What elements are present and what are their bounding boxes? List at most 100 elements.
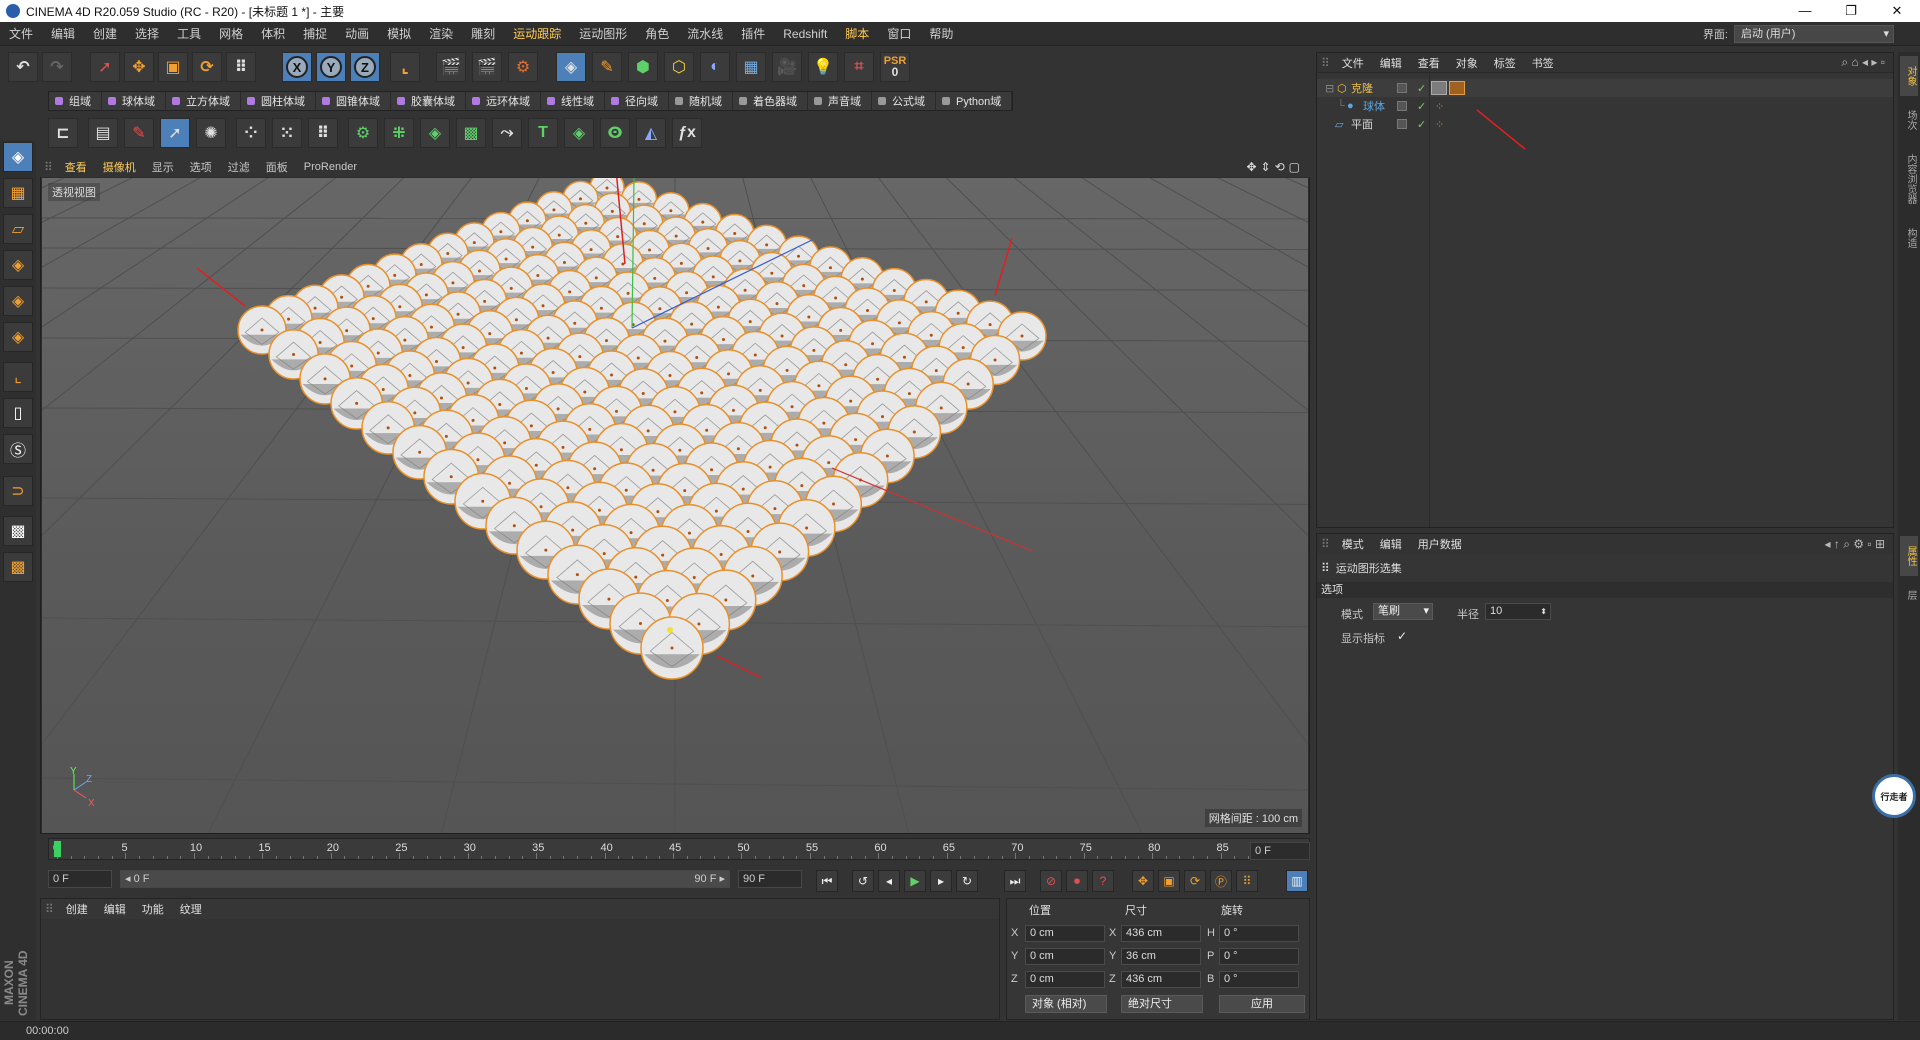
coord-size-dropdown[interactable]: 绝对尺寸 bbox=[1121, 995, 1203, 1013]
menu-mograph[interactable]: 运动图形 bbox=[570, 25, 636, 42]
vp-menu-display[interactable]: 显示 bbox=[144, 159, 182, 175]
vp-menu-prorender[interactable]: ProRender bbox=[296, 161, 365, 173]
attr-menu-userdata[interactable]: 用户数据 bbox=[1410, 536, 1470, 552]
playhead[interactable] bbox=[54, 841, 61, 857]
menu-pipeline[interactable]: 流水线 bbox=[678, 25, 732, 42]
start-frame-field[interactable]: 0 F bbox=[48, 870, 112, 888]
deformer-button[interactable]: ◐ bbox=[700, 52, 730, 82]
frame-range-slider[interactable]: ◂ 0 F 90 F ▸ bbox=[120, 870, 730, 888]
attr-nav-icons[interactable]: ◂ ↑ ⌕ ⚙ ▫ ⊞ bbox=[1825, 537, 1893, 552]
prev-frame-button[interactable]: ◂ bbox=[878, 870, 900, 892]
position-x-field[interactable]: 0 cm bbox=[1025, 925, 1105, 942]
mat-menu-edit[interactable]: 编辑 bbox=[96, 901, 134, 917]
size-z-field[interactable]: 436 cm bbox=[1121, 971, 1201, 988]
recent-tool-button[interactable]: ⠿ bbox=[226, 52, 256, 82]
mograph-7-button[interactable]: ◈ bbox=[564, 118, 594, 148]
mograph-4-button[interactable]: ▩ bbox=[456, 118, 486, 148]
mograph-5-button[interactable]: ⤳ bbox=[492, 118, 522, 148]
key-rotation-button[interactable]: ⟳ bbox=[1184, 870, 1206, 892]
mat-menu-function[interactable]: 功能 bbox=[134, 901, 172, 917]
field-capsule[interactable]: 胶囊体域 bbox=[391, 92, 466, 110]
menu-simulate[interactable]: 模拟 bbox=[378, 25, 420, 42]
size-x-field[interactable]: 436 cm bbox=[1121, 925, 1201, 942]
rotation-h-field[interactable]: 0 ° bbox=[1219, 925, 1299, 942]
field-cube[interactable]: 立方体域 bbox=[166, 92, 241, 110]
menu-create[interactable]: 创建 bbox=[84, 25, 126, 42]
subdivision-button[interactable]: ⬢ bbox=[628, 52, 658, 82]
xpresso-button[interactable]: ⌗ bbox=[844, 52, 874, 82]
cloner-button[interactable]: ⬡ bbox=[664, 52, 694, 82]
mograph-9-button[interactable]: ◭ bbox=[636, 118, 666, 148]
motext-button[interactable]: T bbox=[528, 118, 558, 148]
polygons-mode-button[interactable]: ⠿ bbox=[308, 118, 338, 148]
menu-redshift[interactable]: Redshift bbox=[774, 27, 836, 41]
snap-button[interactable]: ⊃ bbox=[3, 476, 33, 506]
menu-mesh[interactable]: 网格 bbox=[210, 25, 252, 42]
perspective-viewport[interactable]: 透视视图 网格间距 : 100 cm Y Z X bbox=[42, 178, 1308, 833]
render-settings-button[interactable]: ⚙ bbox=[508, 52, 538, 82]
layout-dropdown[interactable]: 启动 (用户) ▾ bbox=[1734, 25, 1894, 43]
render-picture-viewer-button[interactable]: 🎬 bbox=[472, 52, 502, 82]
undo-button[interactable]: ↶ bbox=[8, 52, 38, 82]
keyframe-help-button[interactable]: ? bbox=[1092, 870, 1114, 892]
position-y-field[interactable]: 0 cm bbox=[1025, 948, 1105, 965]
tab-attributes[interactable]: 属性 bbox=[1900, 536, 1918, 576]
menu-script[interactable]: 脚本 bbox=[836, 25, 878, 42]
maximize-button[interactable]: ❐ bbox=[1828, 3, 1874, 19]
menu-animate[interactable]: 动画 bbox=[336, 25, 378, 42]
field-python[interactable]: Python域 bbox=[936, 92, 1013, 110]
record-button[interactable]: ⊘ bbox=[1040, 870, 1062, 892]
current-frame-field[interactable]: 0 F bbox=[1250, 842, 1310, 860]
field-cylinder[interactable]: 圆柱体域 bbox=[241, 92, 316, 110]
attr-tab-options[interactable]: 选项 bbox=[1317, 582, 1893, 598]
vp-menu-camera[interactable]: 摄像机 bbox=[95, 159, 144, 175]
edge-mode-button[interactable]: ◈ bbox=[3, 286, 33, 316]
z-axis-button[interactable]: Z bbox=[350, 52, 380, 82]
field-radial[interactable]: 径向域 bbox=[605, 92, 669, 110]
vp-menu-filter[interactable]: 过滤 bbox=[220, 159, 258, 175]
apply-button[interactable]: 应用 bbox=[1219, 995, 1305, 1013]
snapshot-button[interactable]: ▤ bbox=[88, 118, 118, 148]
paint-tool-button[interactable]: ✺ bbox=[196, 118, 226, 148]
position-z-field[interactable]: 0 cm bbox=[1025, 971, 1105, 988]
timeline-window-button[interactable]: ▥ bbox=[1286, 870, 1308, 892]
key-scale-button[interactable]: ▣ bbox=[1158, 870, 1180, 892]
x-axis-button[interactable]: X bbox=[282, 52, 312, 82]
next-frame-button[interactable]: ▸ bbox=[930, 870, 952, 892]
effector-button[interactable]: ƒx bbox=[672, 118, 702, 148]
field-random[interactable]: 随机域 bbox=[669, 92, 733, 110]
menu-file[interactable]: 文件 bbox=[0, 25, 42, 42]
field-sphere[interactable]: 球体域 bbox=[102, 92, 166, 110]
polygon-mode-button[interactable]: ◈ bbox=[3, 322, 33, 352]
tab-takes[interactable]: 场次 bbox=[1900, 100, 1918, 140]
points-mode-button[interactable]: ⁘ bbox=[236, 118, 266, 148]
field-cone[interactable]: 圆锥体域 bbox=[316, 92, 391, 110]
show-indicator-checkbox[interactable]: ✓ bbox=[1397, 629, 1407, 643]
next-key-button[interactable]: ↻ bbox=[956, 870, 978, 892]
vp-menu-options[interactable]: 选项 bbox=[182, 159, 220, 175]
menu-character[interactable]: 角色 bbox=[636, 25, 678, 42]
menu-edit[interactable]: 编辑 bbox=[42, 25, 84, 42]
mat-menu-create[interactable]: 创建 bbox=[58, 901, 96, 917]
menu-window[interactable]: 窗口 bbox=[878, 25, 920, 42]
rotate-button[interactable]: ⟳ bbox=[192, 52, 222, 82]
tab-content-browser[interactable]: 内容浏览器 bbox=[1900, 144, 1918, 214]
key-parameter-button[interactable]: Ⓟ bbox=[1210, 870, 1232, 892]
floor-button[interactable]: ▦ bbox=[736, 52, 766, 82]
solo-mode-button[interactable]: Ⓢ bbox=[3, 434, 33, 464]
coordinate-system-button[interactable]: ⌞ bbox=[390, 52, 420, 82]
field-formula[interactable]: 公式域 bbox=[872, 92, 936, 110]
rotation-p-field[interactable]: 0 ° bbox=[1219, 948, 1299, 965]
radius-field[interactable]: 10 ⬍ bbox=[1485, 603, 1551, 620]
tab-objects[interactable]: 对象 bbox=[1900, 56, 1918, 96]
vp-menu-view[interactable]: 查看 bbox=[57, 159, 95, 175]
play-button[interactable]: ▶ bbox=[904, 870, 926, 892]
cube-primitive-button[interactable]: ◈ bbox=[556, 52, 586, 82]
minimize-button[interactable]: — bbox=[1782, 3, 1828, 19]
camera-button[interactable]: 🎥 bbox=[772, 52, 802, 82]
goto-end-button[interactable]: ⏭ bbox=[1004, 870, 1026, 892]
menu-plugins[interactable]: 插件 bbox=[732, 25, 774, 42]
tab-layers[interactable]: 层 bbox=[1900, 580, 1918, 610]
field-sound[interactable]: 声音域 bbox=[808, 92, 872, 110]
timeline-ruler[interactable]: 051015202530354045505560657075808590 bbox=[48, 838, 1310, 860]
